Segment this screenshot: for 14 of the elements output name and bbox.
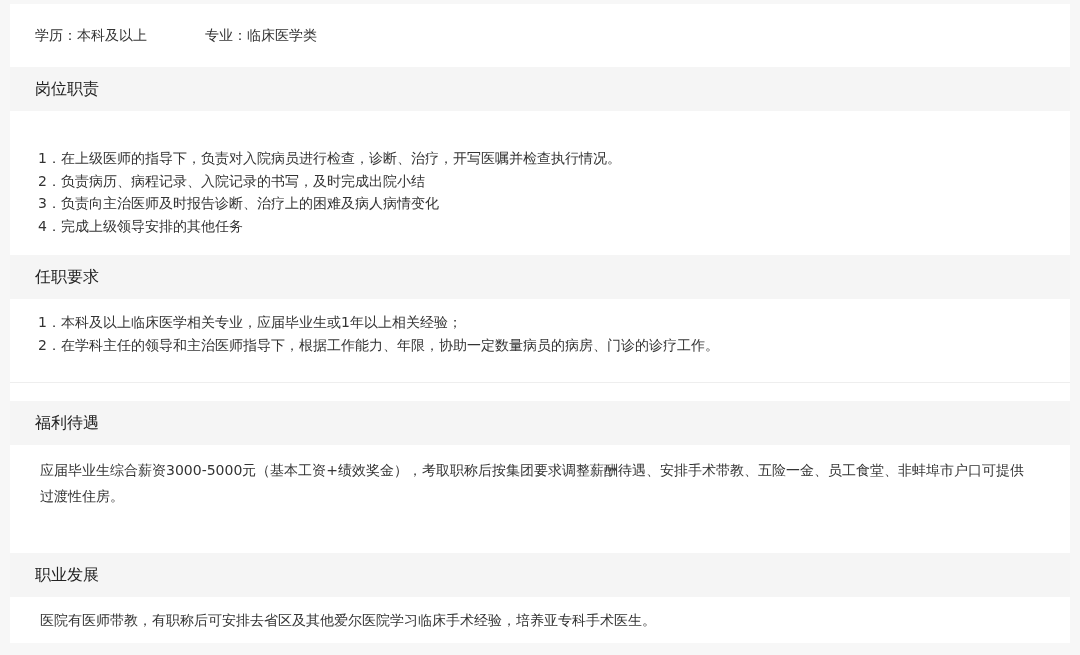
paragraph: 医院有医师带教，有职称后可安排去省区及其他爱尔医院学习临床手术经验，培养亚专科手术医生。: [40, 611, 657, 630]
section-title: 任职要求: [35, 266, 99, 288]
info-text: 专业：临床医学类: [205, 26, 317, 45]
list-item: 1．本科及以上临床医学相关专业，应届毕业生或1年以上相关经验；: [38, 313, 463, 332]
info-text: 学历：本科及以上: [35, 26, 147, 45]
list-item: 4．完成上级领导安排的其他任务: [38, 216, 244, 236]
section-title: 岗位职责: [35, 78, 99, 100]
paragraph: 应届毕业生综合薪资3000-5000元（基本工资+绩效奖金），考取职称后按集团要求调整薪酬待遇、安排手术带教、五险一金、员工食堂、非蚌埠市户口可提供过渡性住房。: [40, 461, 1026, 506]
list-item: 2．负责病历、病程记录、入院记录的书写，及时完成出院小结: [38, 171, 426, 191]
list-item: 2．在学科主任的领导和主治医师指导下，根据工作能力、年限，协助一定数量病员的病房、门诊的诊疗工作。: [38, 335, 720, 355]
list-item: 1．在上级医师的指导下，负责对入院病员进行检查，诊断、治疗，开写医嘱并检查执行情况。: [38, 149, 622, 168]
section-title: 职业发展: [35, 564, 99, 586]
section-title: 福利待遇: [35, 412, 99, 434]
list-item: 3．负责向主治医师及时报告诊断、治疗上的困难及病人病情变化: [38, 194, 440, 213]
